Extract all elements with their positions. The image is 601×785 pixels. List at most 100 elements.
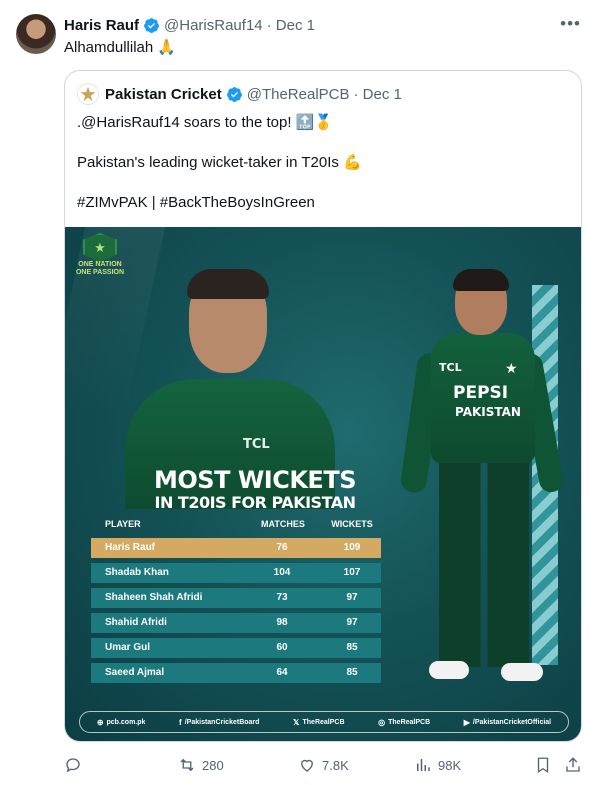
instagram-icon: ◎ <box>378 717 386 727</box>
reply-icon <box>66 758 80 773</box>
quoted-tweet-text: .@HarisRauf14 soars to the top! 🔝🥇 Pakis… <box>77 113 567 233</box>
author-name[interactable]: Haris Rauf <box>64 17 139 34</box>
table-row: Umar Gul 60 85 <box>91 638 381 658</box>
quoted-tweet-header: Pakistan Cricket @TheRealPCB · Dec 1 <box>105 84 402 104</box>
badge-star-icon: ★ <box>83 233 117 263</box>
share-button[interactable] <box>564 756 582 774</box>
badge-line-2: One Passion <box>75 269 125 276</box>
player-shoe-left <box>429 661 469 679</box>
views-count: 98K <box>438 757 462 773</box>
player-fullbody: TCL PEPSI PAKISTAN ★ <box>399 269 565 691</box>
tweet-header: Haris Rauf @HarisRauf14 · Dec 1 <box>64 15 315 35</box>
cell-matches: 60 <box>276 642 288 653</box>
quoted-tweet[interactable]: Pakistan Cricket @TheRealPCB · Dec 1 .@H… <box>64 70 582 742</box>
quoted-line-1: .@HarisRauf14 soars to the top! 🔝🥇 <box>77 114 334 131</box>
stats-table: PLAYER MATCHES WICKETS Haris Rauf 76 109… <box>91 517 381 683</box>
jersey-pepsi-text: PEPSI <box>453 383 509 403</box>
verified-badge-icon <box>144 17 159 33</box>
cell-wickets: 85 <box>346 642 358 653</box>
cell-wickets: 97 <box>346 617 358 628</box>
cell-matches: 104 <box>273 567 291 578</box>
retweet-icon <box>180 758 194 772</box>
verified-badge-icon <box>226 86 242 102</box>
footer-facebook: f/PakistanCricketBoard <box>179 718 259 727</box>
footer-web: ⊕ pcb.com.pk <box>97 718 146 727</box>
player-hair <box>453 269 509 291</box>
jersey-sponsor-text: TCL <box>439 361 462 374</box>
author-avatar[interactable] <box>16 14 56 54</box>
pcb-star-icon <box>80 86 96 102</box>
tweet-text: Alhamdullilah 🙏 <box>64 39 177 56</box>
more-icon[interactable]: ••• <box>560 14 581 34</box>
column-header-matches: MATCHES <box>261 519 305 529</box>
stats-table-header: PLAYER MATCHES WICKETS <box>91 517 381 533</box>
cell-player: Saeed Ajmal <box>105 667 165 678</box>
footer-instagram-text: TheRealPCB <box>388 718 431 726</box>
jersey-star-icon: ★ <box>505 361 518 377</box>
like-button[interactable]: 7.8K <box>298 756 349 774</box>
author-handle[interactable]: @HarisRauf14 <box>164 17 263 34</box>
headline-line-1: MOST WICKETS <box>154 466 356 494</box>
views-button[interactable]: 98K <box>414 756 461 774</box>
player-portrait-hair <box>187 269 269 299</box>
footer-youtube-text: /PakistanCricketOfficial <box>472 718 552 726</box>
analytics-icon <box>417 759 430 771</box>
one-nation-badge: ★ One Nation One Passion <box>75 233 125 283</box>
quoted-author-name: Pakistan Cricket <box>105 85 222 103</box>
table-row: Shadab Khan 104 107 <box>91 563 381 583</box>
tweet-actions: 280 7.8K 98K <box>64 756 584 776</box>
cell-player: Shahid Afridi <box>105 617 167 628</box>
table-row: Saeed Ajmal 64 85 <box>91 663 381 683</box>
facebook-icon: f <box>179 717 182 727</box>
x-logo-icon: 𝕏 <box>293 717 300 727</box>
quoted-tweet-date: · Dec 1 <box>353 85 402 103</box>
cell-matches: 98 <box>276 617 288 628</box>
share-icon <box>566 757 580 772</box>
quoted-author-handle: @TheRealPCB <box>246 85 350 103</box>
tweet-date[interactable]: · Dec 1 <box>267 17 315 34</box>
like-count: 7.8K <box>322 757 349 773</box>
column-header-wickets: WICKETS <box>331 519 373 529</box>
cell-wickets: 85 <box>346 667 358 678</box>
tweet-media-image[interactable]: ★ One Nation One Passion TCL <box>65 227 581 741</box>
quoted-line-2: Pakistan's leading wicket-taker in T20Is… <box>77 154 362 171</box>
bookmark-icon <box>537 757 549 774</box>
footer-instagram: ◎ TheRealPCB <box>378 718 430 727</box>
footer-x-text: TheRealPCB <box>302 718 345 726</box>
column-header-player: PLAYER <box>105 519 141 529</box>
footer-youtube: ▶/PakistanCricketOfficial <box>464 718 551 727</box>
cell-player: Umar Gul <box>105 642 151 653</box>
cell-matches: 64 <box>276 667 288 678</box>
heart-icon <box>301 759 313 772</box>
badge-line-1: One Nation <box>78 261 122 268</box>
footer-web-text: pcb.com.pk <box>106 718 146 726</box>
bookmark-button[interactable] <box>534 756 552 774</box>
portrait-sponsor-text: TCL <box>243 437 270 452</box>
cell-matches: 73 <box>276 592 288 603</box>
tweet: Haris Rauf @HarisRauf14 · Dec 1 ••• Alha… <box>0 0 601 785</box>
cell-player: Shadab Khan <box>105 567 169 578</box>
youtube-icon: ▶ <box>463 717 470 727</box>
quoted-hashtags[interactable]: #ZIMvPAK | #BackTheBoysInGreen <box>77 193 567 213</box>
graphic-social-footer: ⊕ pcb.com.pk f/PakistanCricketBoard 𝕏 TheR… <box>79 711 569 733</box>
footer-facebook-text: /PakistanCricketBoard <box>184 718 260 726</box>
retweet-button[interactable]: 280 <box>178 756 224 774</box>
retweet-count: 280 <box>202 757 224 773</box>
quoted-author-avatar <box>77 83 99 105</box>
player-legs <box>439 457 529 667</box>
footer-x: 𝕏 TheRealPCB <box>293 718 344 727</box>
graphic-headline: MOST WICKETS IN T20IS FOR PAKISTAN <box>105 467 405 513</box>
headline-line-2: IN T20IS FOR PAKISTAN <box>154 493 356 512</box>
table-row: Shahid Afridi 98 97 <box>91 613 381 633</box>
cell-player: Shaheen Shah Afridi <box>105 592 203 603</box>
cell-player: Haris Rauf <box>105 542 156 553</box>
table-row: Shaheen Shah Afridi 73 97 <box>91 588 381 608</box>
jersey-pakistan-text: PAKISTAN <box>455 405 521 419</box>
cell-wickets: 107 <box>343 567 361 578</box>
player-shoe-right <box>501 663 543 681</box>
reply-button[interactable] <box>64 756 88 774</box>
globe-icon: ⊕ <box>96 717 104 727</box>
cell-matches: 76 <box>276 542 288 553</box>
table-row: Haris Rauf 76 109 <box>91 538 381 558</box>
cell-wickets: 109 <box>343 542 361 553</box>
